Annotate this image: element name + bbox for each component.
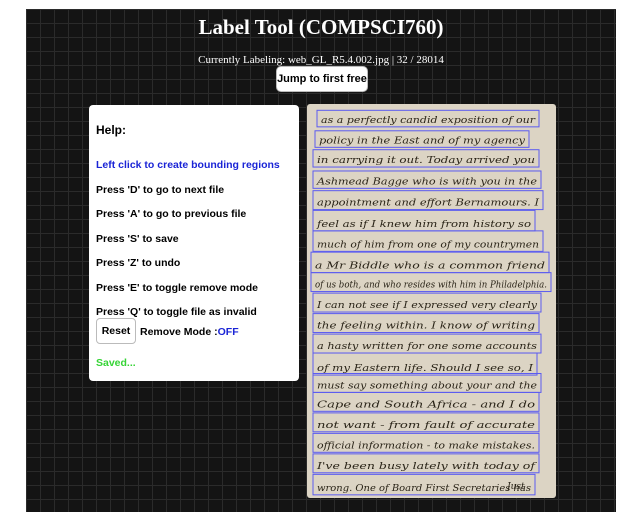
- help-next-file: Press 'D' to go to next file: [96, 184, 225, 196]
- help-left-click: Left click to create bounding regions: [96, 159, 280, 171]
- help-previous-file: Press 'A' to go to previous file: [96, 208, 247, 220]
- remove-mode-value: OFF: [217, 326, 239, 338]
- reset-button[interactable]: Reset: [96, 318, 136, 344]
- handwritten-line: of us both, and who resides with him in …: [315, 281, 547, 291]
- manuscript-svg[interactable]: as a perfectly candid exposition of our p…: [307, 104, 556, 498]
- handwritten-line: in carrying it out. Today arrived you: [317, 156, 535, 166]
- help-remove-mode: Press 'E' to toggle remove mode: [96, 282, 258, 294]
- handwritten-line: a hasty written for one some accounts: [317, 342, 537, 352]
- handwritten-line: as a perfectly candid exposition of our: [321, 116, 536, 126]
- handwritten-line: feel as if I knew him from history so: [316, 220, 532, 230]
- help-panel: Help: Left click to create bounding regi…: [89, 105, 299, 381]
- handwritten-line: a Mr Biddle who is a common friend: [315, 262, 545, 272]
- help-save: Press 'S' to save: [96, 233, 179, 245]
- handwritten-line: not want - from fault of accurate: [317, 421, 535, 431]
- help-title: Help:: [96, 123, 126, 137]
- handwritten-line: official information - to make mistakes.: [317, 441, 535, 451]
- current-file-status: Currently Labeling: web_GL_R5.4.002.jpg …: [198, 54, 444, 66]
- saved-status: Saved...: [96, 357, 136, 369]
- handwritten-line: the feeling within. I know of writing: [317, 322, 535, 332]
- handwritten-line: much of him from one of my countrymen: [317, 240, 539, 250]
- help-undo: Press 'Z' to undo: [96, 257, 181, 269]
- handwritten-line: appointment and effort Bernamours. I: [317, 199, 540, 209]
- handwritten-line: policy in the East and of my agency: [319, 136, 526, 146]
- handwritten-line: wrong. One of Board First Secretaries ha…: [317, 484, 531, 494]
- manuscript-image[interactable]: as a perfectly candid exposition of our p…: [307, 104, 556, 498]
- page-title: Label Tool (COMPSCI760): [198, 15, 444, 39]
- remove-mode-status: Remove Mode :OFF: [140, 326, 239, 338]
- handwritten-line: of my Eastern life. Should I see so, I: [317, 364, 534, 374]
- help-invalid: Press 'Q' to toggle file as invalid: [96, 306, 257, 318]
- handwritten-line: Just: [505, 482, 525, 492]
- handwritten-line: Cape and South Africa - and I do: [317, 400, 536, 410]
- label-tool-canvas: Label Tool (COMPSCI760) Currently Labeli…: [26, 9, 616, 512]
- remove-mode-label: Remove Mode :: [140, 326, 218, 338]
- handwritten-line: I've been busy lately with today of: [316, 462, 538, 472]
- jump-to-first-free-button[interactable]: Jump to first free: [276, 66, 368, 92]
- handwritten-line: I can not see if I expressed very clearl…: [316, 301, 538, 311]
- handwritten-line: Ashmead Bagge who is with you in the: [316, 177, 537, 187]
- handwritten-line: must say something about your and the: [317, 381, 537, 391]
